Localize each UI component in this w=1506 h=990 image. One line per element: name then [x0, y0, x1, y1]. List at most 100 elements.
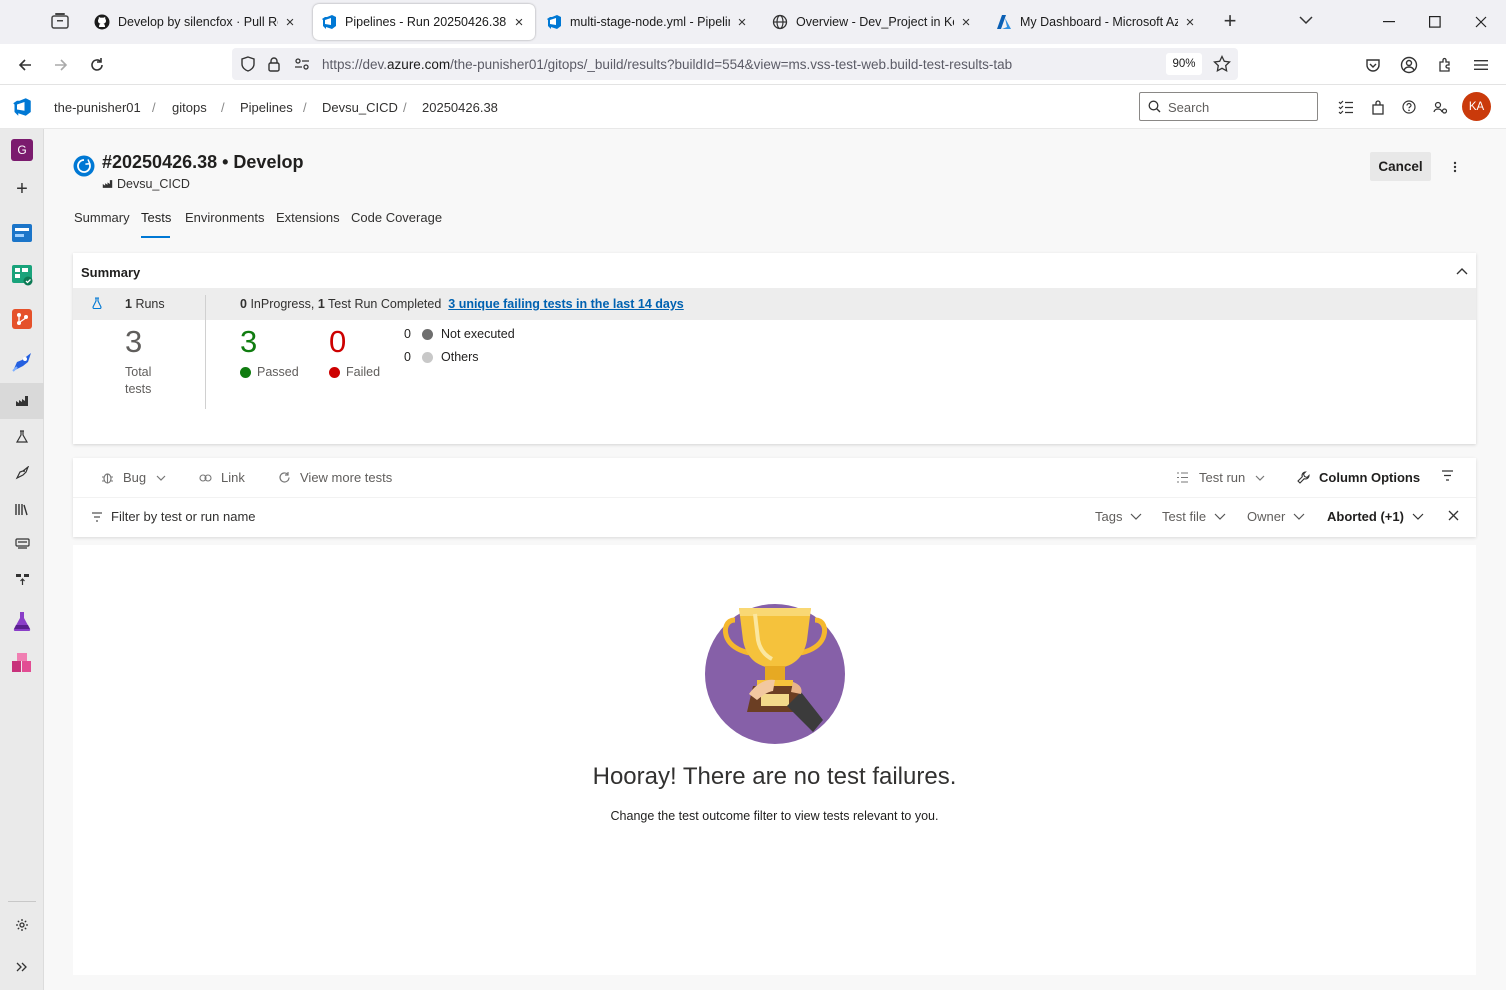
star-icon[interactable] — [1213, 55, 1231, 73]
library-icon[interactable] — [0, 491, 44, 527]
account-icon[interactable] — [1395, 51, 1423, 79]
pipelines-icon[interactable] — [0, 344, 44, 380]
tab-extensions[interactable]: Extensions — [276, 210, 340, 225]
test-file-filter-dropdown[interactable]: Test file — [1162, 509, 1226, 524]
organization-badge[interactable]: G — [0, 132, 44, 168]
minimize-icon[interactable] — [1366, 0, 1412, 44]
url-bar[interactable]: https://dev.azure.com/the-punisher01/git… — [232, 48, 1238, 80]
runs-count: 1 Runs — [125, 297, 165, 311]
breadcrumb-project[interactable]: gitops — [172, 100, 207, 115]
rail-divider — [8, 901, 36, 902]
extensions-icon[interactable] — [1431, 51, 1459, 79]
breadcrumb-organization[interactable]: the-punisher01 — [54, 100, 141, 115]
tab-tests[interactable]: Tests — [141, 210, 171, 225]
forward-arrow-icon[interactable] — [47, 51, 75, 79]
close-icon[interactable]: × — [958, 14, 974, 31]
browser-tab-4[interactable]: Overview - Dev_Project in Kelvir × — [764, 4, 982, 40]
owner-filter-dropdown[interactable]: Owner — [1247, 509, 1305, 524]
back-arrow-icon[interactable] — [11, 51, 39, 79]
test-run-label: Test run — [1199, 470, 1246, 485]
others-row: 0 Others — [404, 350, 479, 364]
browser-tab-label: Pipelines - Run 20250426.38 — [345, 15, 507, 29]
environments-icon[interactable] — [0, 419, 44, 455]
search-placeholder: Search — [1168, 100, 1210, 115]
link-label: Link — [221, 470, 245, 485]
new-item-plus-icon[interactable]: + — [0, 171, 44, 207]
close-icon[interactable]: × — [282, 14, 298, 31]
tab-summary[interactable]: Summary — [74, 210, 130, 225]
browser-tab-1[interactable]: Develop by silencfox · Pull Requ × — [86, 4, 306, 40]
tags-label: Tags — [1095, 509, 1123, 524]
link-button[interactable]: Link — [199, 470, 245, 485]
expand-rail-chevrons-icon[interactable] — [0, 949, 44, 985]
tab-overview-icon[interactable] — [50, 12, 72, 32]
avatar[interactable]: KA — [1462, 92, 1491, 121]
new-tab-icon[interactable]: + — [1220, 10, 1240, 32]
repos-icon[interactable] — [0, 301, 44, 337]
others-count: 0 — [404, 350, 411, 364]
view-more-tests-button[interactable]: View more tests — [278, 470, 392, 485]
work-items-icon[interactable] — [1337, 98, 1355, 116]
project-settings-gear-icon[interactable] — [0, 907, 44, 943]
boards-icon[interactable] — [0, 257, 44, 293]
not-executed-row: 0 Not executed — [404, 327, 515, 341]
selected-tab-indicator — [141, 236, 170, 238]
pocket-icon[interactable] — [1359, 51, 1387, 79]
breadcrumb-run[interactable]: 20250426.38 — [422, 100, 498, 115]
filter-toggle-icon[interactable] — [1441, 470, 1454, 481]
close-icon[interactable]: × — [1182, 14, 1198, 31]
test-plans-icon[interactable] — [0, 603, 44, 639]
breadcrumb-pipeline[interactable]: Devsu_CICD — [322, 100, 398, 115]
maximize-icon[interactable] — [1412, 0, 1458, 44]
clear-filter-close-icon[interactable] — [1448, 510, 1459, 521]
column-options-button[interactable]: Column Options — [1297, 470, 1420, 485]
pipeline-name: Devsu_CICD — [117, 177, 190, 191]
pipelines-runs-icon[interactable] — [0, 383, 44, 419]
tab-environments[interactable]: Environments — [185, 210, 264, 225]
tab-code-coverage[interactable]: Code Coverage — [351, 210, 442, 225]
cancel-button[interactable]: Cancel — [1370, 152, 1431, 181]
menu-icon[interactable] — [1467, 51, 1495, 79]
lock-icon[interactable] — [267, 56, 281, 72]
shield-icon[interactable] — [240, 56, 256, 72]
browser-tab-2[interactable]: Pipelines - Run 20250426.38 × — [313, 4, 535, 40]
close-window-icon[interactable] — [1458, 0, 1504, 44]
zoom-level[interactable]: 90% — [1166, 53, 1202, 75]
tags-filter-dropdown[interactable]: Tags — [1095, 509, 1142, 524]
artifacts-icon[interactable] — [0, 645, 44, 681]
url-text: https://dev.azure.com/the-punisher01/git… — [322, 57, 1012, 72]
tab-list-chevron-down-icon[interactable] — [1298, 14, 1314, 26]
browser-tab-3[interactable]: multi-stage-node.yml - Pipeline × — [538, 4, 758, 40]
permissions-icon[interactable] — [294, 57, 310, 71]
pipeline-subtitle[interactable]: Devsu_CICD — [102, 177, 190, 191]
more-actions-icon[interactable] — [1446, 158, 1464, 176]
url-domain: azure.com — [387, 57, 451, 72]
help-icon[interactable] — [1400, 98, 1418, 116]
filter-icon — [91, 511, 103, 522]
runs-label: Runs — [135, 297, 165, 311]
search-box[interactable]: Search — [1139, 92, 1318, 121]
marketplace-bag-icon[interactable] — [1369, 98, 1387, 116]
breadcrumb-pipelines[interactable]: Pipelines — [240, 100, 293, 115]
outcome-filter-dropdown[interactable]: Aborted (+1) — [1327, 509, 1424, 524]
chevron-up-icon[interactable] — [1454, 263, 1470, 279]
releases-icon[interactable] — [0, 455, 44, 491]
close-icon[interactable]: × — [734, 14, 750, 31]
browser-tab-label: Develop by silencfox · Pull Requ — [118, 15, 278, 29]
close-icon[interactable]: × — [511, 14, 527, 31]
chevron-down-icon — [1130, 513, 1142, 520]
others-label: Others — [441, 350, 479, 364]
filter-input[interactable]: Filter by test or run name — [91, 509, 256, 524]
browser-tab-5[interactable]: My Dashboard - Microsoft Azur × — [988, 4, 1206, 40]
task-groups-icon[interactable] — [0, 526, 44, 562]
reload-icon[interactable] — [83, 51, 111, 79]
failing-tests-link[interactable]: 3 unique failing tests in the last 14 da… — [448, 297, 683, 311]
azure-devops-logo-icon[interactable] — [12, 97, 32, 117]
bug-button[interactable]: Bug — [101, 470, 166, 485]
user-settings-icon[interactable] — [1431, 98, 1449, 116]
overview-icon[interactable] — [0, 215, 44, 251]
breadcrumb-separator: / — [152, 100, 156, 115]
deployment-groups-icon[interactable] — [0, 561, 44, 597]
azure-icon — [996, 14, 1012, 30]
test-run-group-button[interactable]: Test run — [1176, 470, 1265, 485]
